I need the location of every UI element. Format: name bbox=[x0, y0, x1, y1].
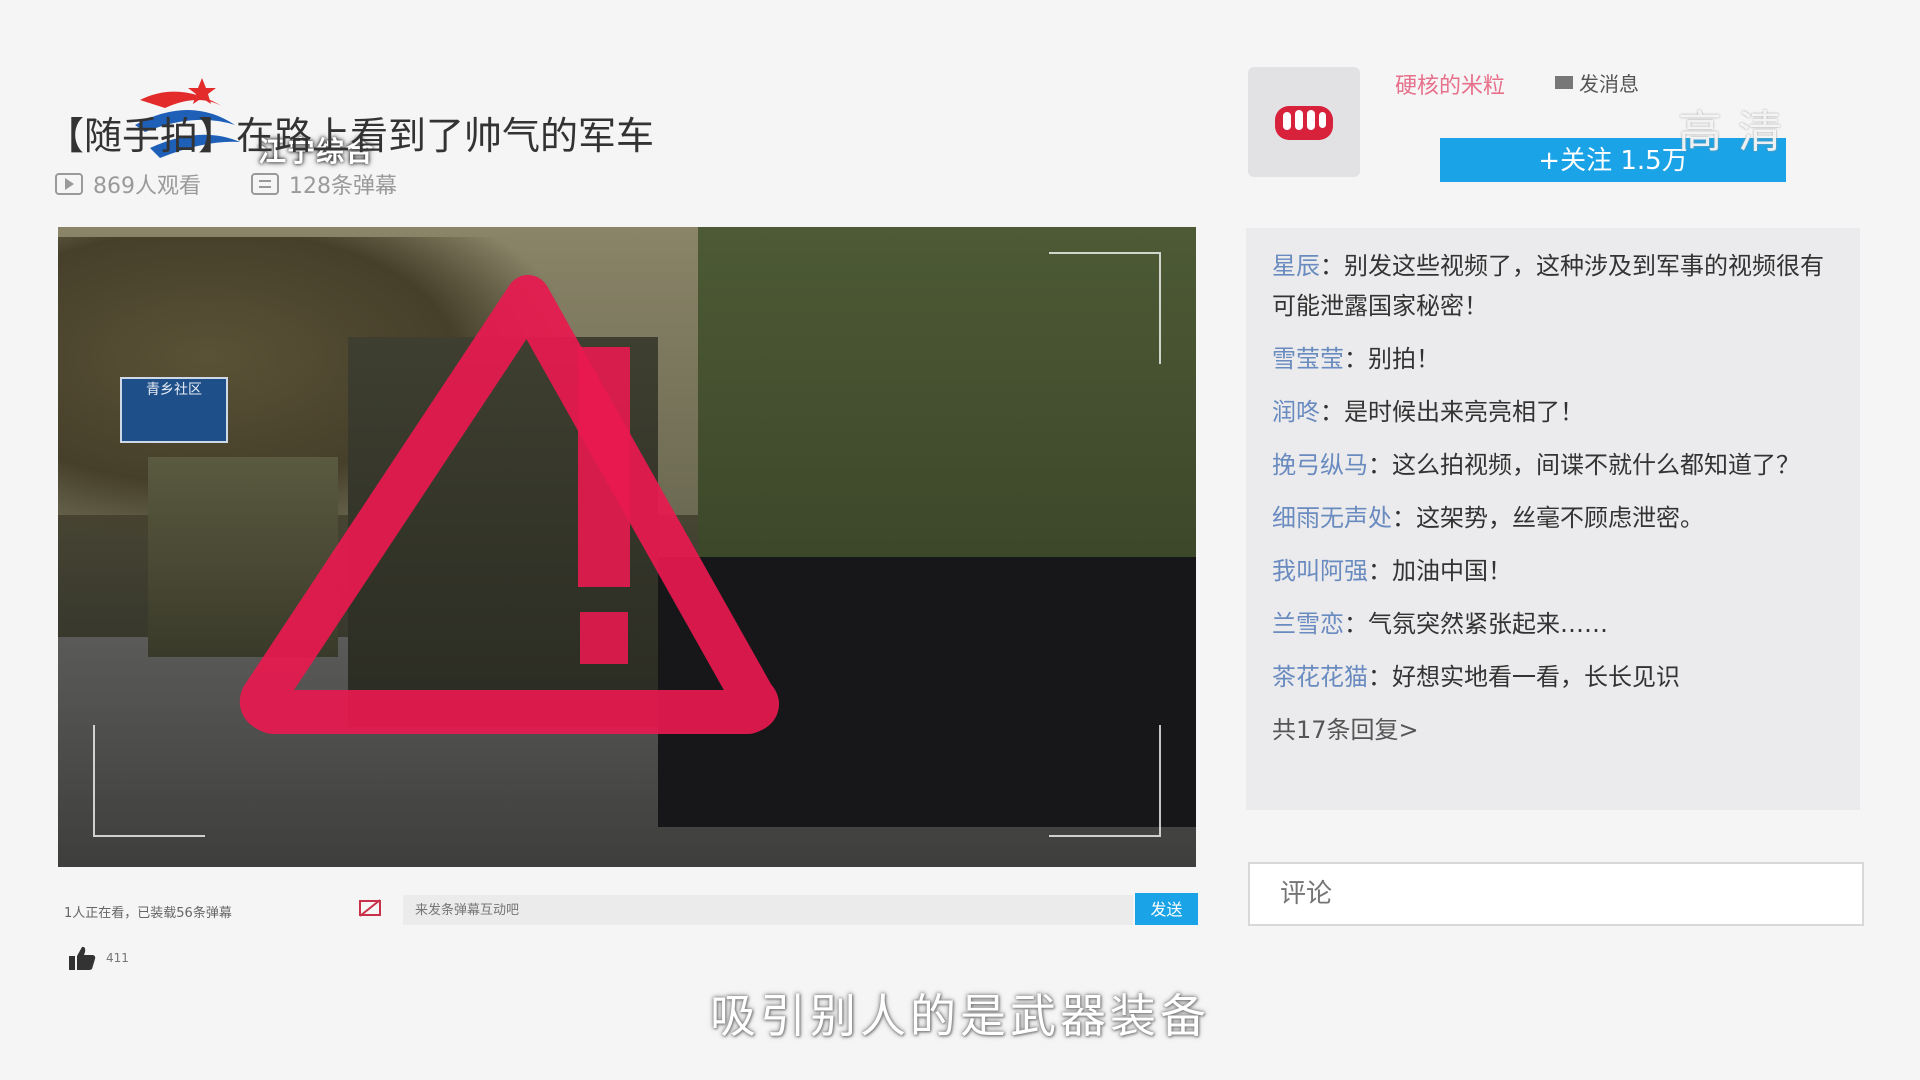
comment-colon: ： bbox=[1368, 663, 1392, 691]
comment-user[interactable]: 挽弓纵马 bbox=[1272, 451, 1368, 479]
video-title: 【随手拍】在路上看到了帅气的军车 bbox=[46, 114, 655, 158]
thumbs-up-icon bbox=[69, 946, 96, 970]
comment-user[interactable]: 星辰 bbox=[1272, 252, 1320, 280]
views-count: 869人观看 bbox=[93, 174, 201, 199]
comment-text: 是时候出来亮亮相了！ bbox=[1344, 398, 1584, 426]
comment-text: 别拍！ bbox=[1368, 345, 1440, 373]
more-replies-link[interactable]: 共17条回复> bbox=[1272, 710, 1836, 745]
like-count: 411 bbox=[106, 951, 129, 965]
comment-item: 挽弓纵马：这么拍视频，间谍不就什么都知道了？ bbox=[1272, 445, 1836, 485]
danmaku-status: 1人正在看，已装载56条弹幕 bbox=[64, 906, 232, 921]
comment-text: 气氛突然紧张起来…… bbox=[1368, 610, 1608, 638]
comment-item: 润咚：是时候出来亮亮相了！ bbox=[1272, 392, 1836, 432]
quality-badge: 高清 bbox=[1678, 107, 1798, 158]
danmaku-count: 128条弹幕 bbox=[289, 174, 397, 199]
comment-colon: ： bbox=[1320, 398, 1344, 426]
comment-colon: ： bbox=[1344, 345, 1368, 373]
warning-triangle-icon bbox=[239, 275, 779, 734]
envelope-icon bbox=[1555, 76, 1573, 89]
comment-colon: ： bbox=[1368, 557, 1392, 585]
danmaku-send-button[interactable]: 发送 bbox=[1135, 893, 1198, 925]
uploader-avatar[interactable] bbox=[1248, 67, 1360, 177]
broadcast-subtitle: 吸引别人的是武器装备 bbox=[710, 989, 1210, 1043]
comment-item: 茶花花猫：好想实地看一看，长长见识 bbox=[1272, 657, 1836, 697]
comment-item: 星辰：别发这些视频了，这种涉及到军事的视频很有可能泄露国家秘密！ bbox=[1272, 246, 1836, 326]
send-message-link[interactable]: 发消息 bbox=[1555, 68, 1639, 97]
video-page: 江宁综合 【随手拍】在路上看到了帅气的军车 869人观看 128条弹幕 青乡社区 bbox=[0, 0, 1920, 1080]
comment-item: 细雨无声处：这架势，丝毫不顾虑泄密。 bbox=[1272, 498, 1836, 538]
comment-user[interactable]: 兰雪恋 bbox=[1272, 610, 1344, 638]
comment-user[interactable]: 茶花花猫 bbox=[1272, 663, 1368, 691]
danmaku-input[interactable] bbox=[403, 895, 1133, 925]
fist-icon bbox=[1275, 106, 1333, 140]
views-stat: 869人观看 bbox=[55, 168, 201, 200]
comment-text: 这么拍视频，间谍不就什么都知道了？ bbox=[1392, 451, 1800, 479]
danmaku-stat: 128条弹幕 bbox=[251, 168, 397, 200]
comment-user[interactable]: 润咚 bbox=[1272, 398, 1320, 426]
comment-user[interactable]: 我叫阿强 bbox=[1272, 557, 1368, 585]
play-icon bbox=[55, 173, 83, 195]
uploader-name[interactable]: 硬核的米粒 bbox=[1395, 68, 1505, 100]
video-meta: 869人观看 128条弹幕 bbox=[55, 168, 447, 200]
send-message-label: 发消息 bbox=[1579, 72, 1639, 96]
comment-text: 这架势，丝毫不顾虑泄密。 bbox=[1416, 504, 1704, 532]
comment-item: 兰雪恋：气氛突然紧张起来…… bbox=[1272, 604, 1836, 644]
comment-colon: ： bbox=[1344, 610, 1368, 638]
comment-user[interactable]: 雪莹莹 bbox=[1272, 345, 1344, 373]
comment-user[interactable]: 细雨无声处 bbox=[1272, 504, 1392, 532]
danmaku-toggle-icon[interactable] bbox=[358, 898, 382, 918]
comment-item: 我叫阿强：加油中国！ bbox=[1272, 551, 1836, 591]
comment-colon: ： bbox=[1320, 252, 1344, 280]
comment-text: 别发这些视频了，这种涉及到军事的视频很有可能泄露国家秘密！ bbox=[1272, 252, 1824, 320]
comment-item: 雪莹莹：别拍！ bbox=[1272, 339, 1836, 379]
comment-list: 星辰：别发这些视频了，这种涉及到军事的视频很有可能泄露国家秘密！ 雪莹莹：别拍！… bbox=[1246, 228, 1860, 810]
comment-text: 加油中国！ bbox=[1392, 557, 1512, 585]
comment-colon: ： bbox=[1392, 504, 1416, 532]
danmaku-icon bbox=[251, 173, 279, 195]
like-button[interactable]: 411 bbox=[68, 945, 129, 971]
comment-colon: ： bbox=[1368, 451, 1392, 479]
video-player[interactable]: 青乡社区 bbox=[58, 227, 1196, 867]
comment-text: 好想实地看一看，长长见识 bbox=[1392, 663, 1680, 691]
comment-input[interactable] bbox=[1248, 862, 1864, 926]
